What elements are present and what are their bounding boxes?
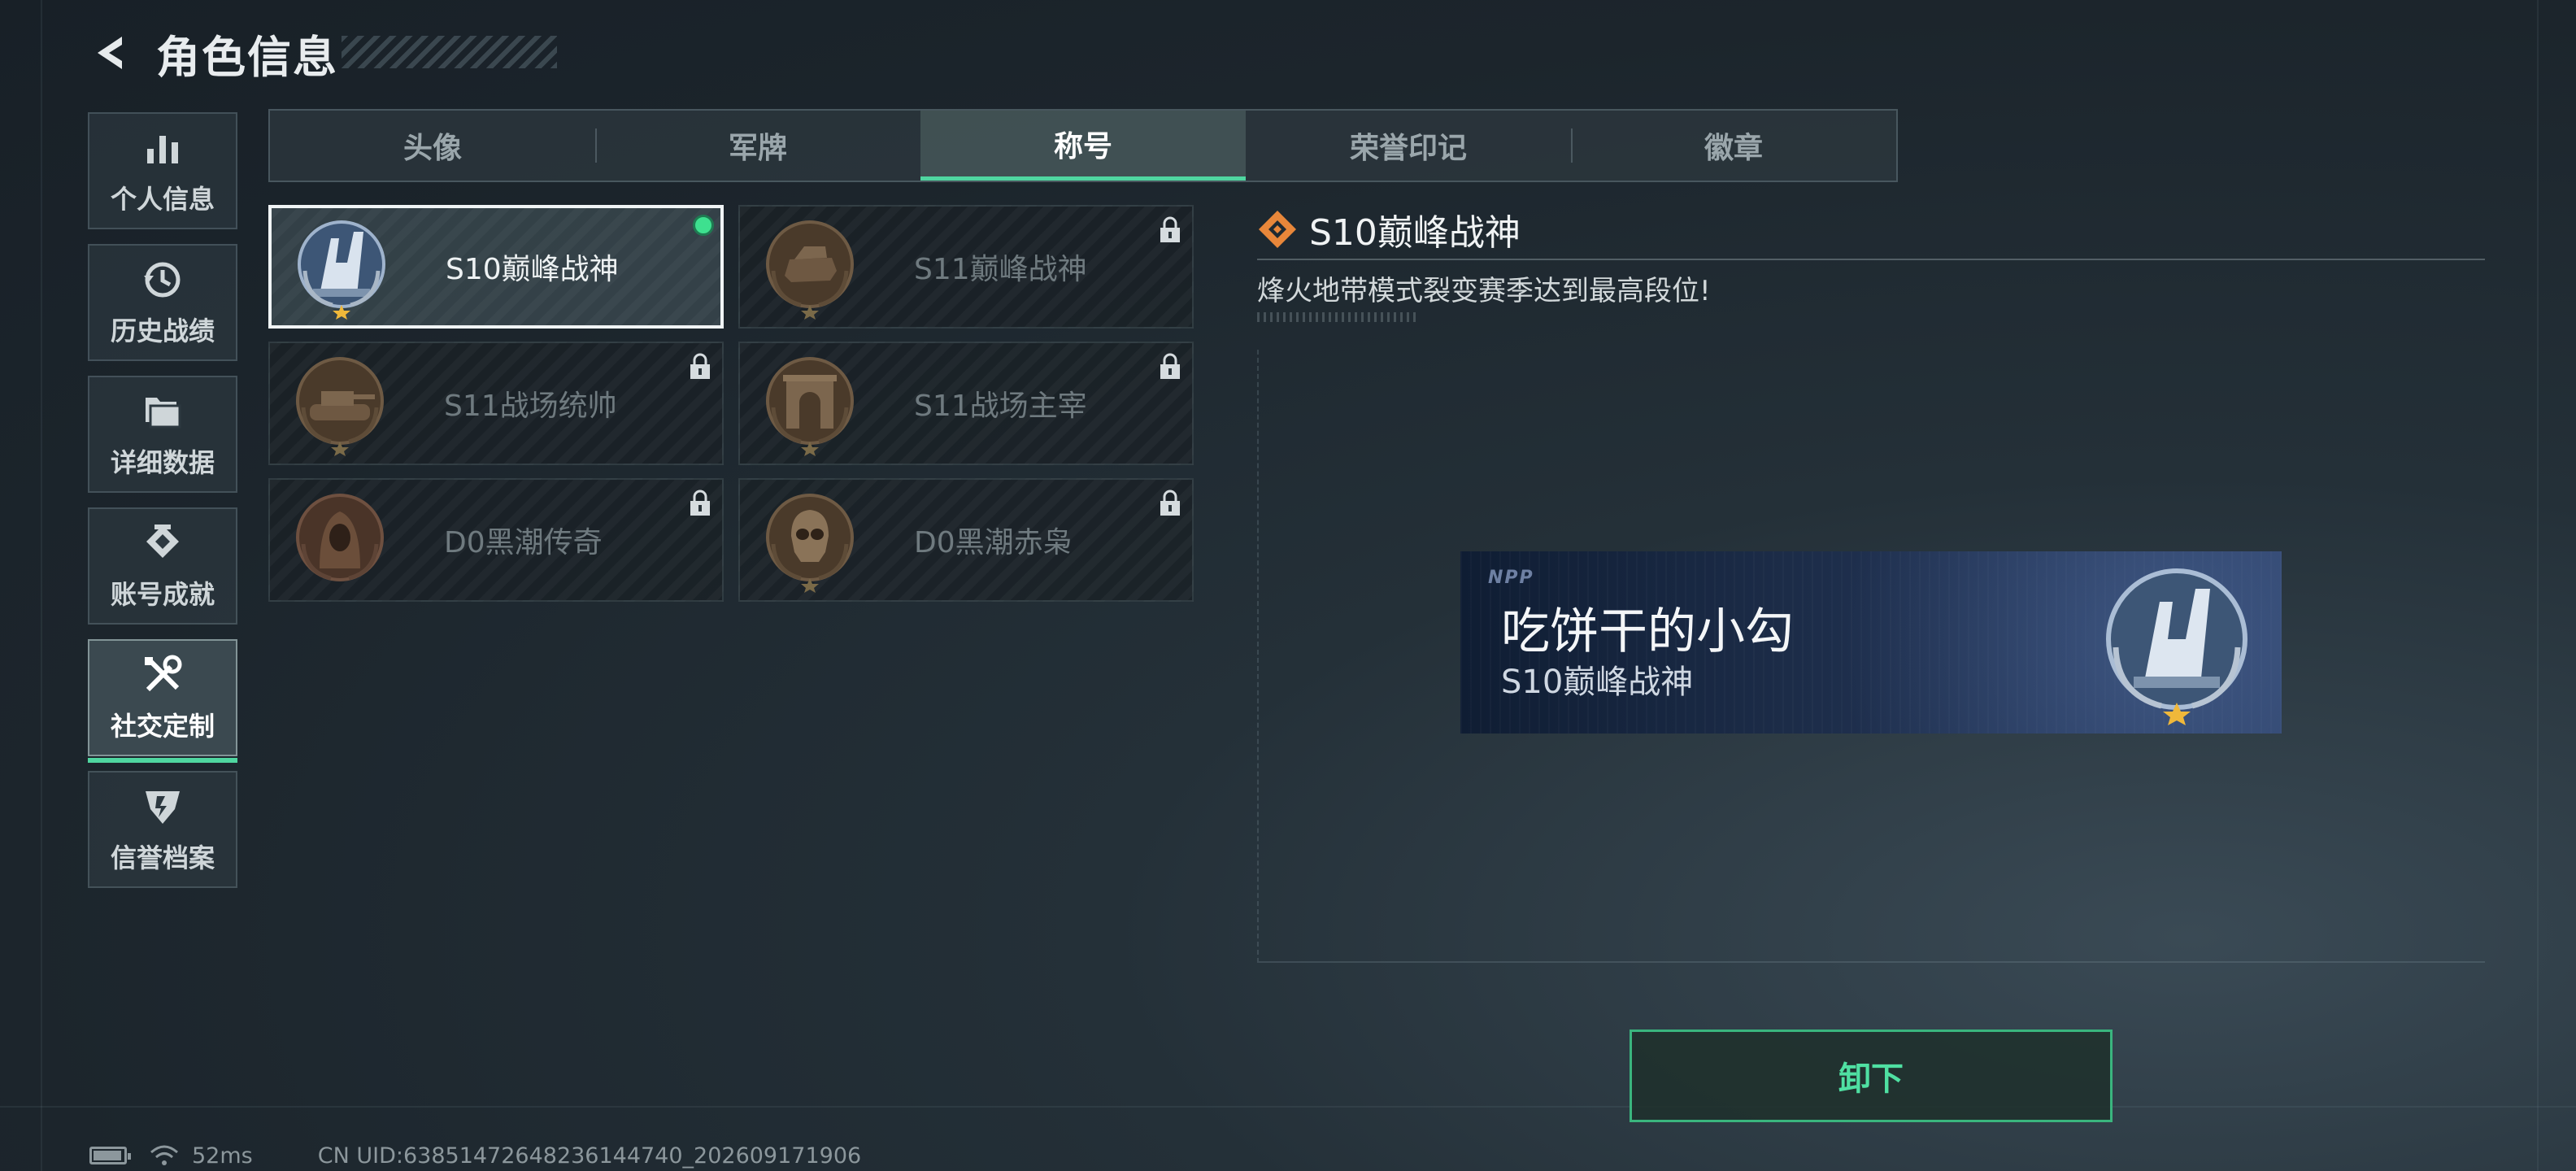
bg-grid-line — [0, 1106, 2576, 1108]
title-card-label: S11战场统帅 — [444, 390, 617, 423]
tab-avatar[interactable]: 头像 — [270, 111, 595, 181]
peak-war-god-emblem-icon — [2106, 568, 2247, 725]
ping-value: 52ms — [192, 1143, 253, 1169]
detail-title: S10巅峰战神 — [1309, 212, 1521, 254]
wifi-icon — [150, 1145, 178, 1165]
back-arrow-icon — [98, 37, 122, 69]
skull-emblem-icon — [755, 485, 865, 595]
lock-icon — [690, 353, 710, 379]
nameplate-preview: NPP 吃饼干的小勾 S10巅峰战神 — [1460, 551, 2282, 734]
tank-emblem-icon — [285, 348, 395, 459]
title-card-label: D0黑潮赤枭 — [914, 526, 1073, 559]
battery-icon — [89, 1147, 131, 1164]
status-bar: 52ms CN UID:638514726482361447​40_202609… — [89, 1142, 861, 1169]
peak-war-god-emblem-icon — [286, 211, 397, 322]
divider — [1257, 259, 2485, 260]
title-card-label: S10巅峰战神 — [446, 253, 619, 286]
arch-emblem-icon — [755, 348, 865, 459]
tab-dog-tag[interactable]: 军牌 — [595, 111, 920, 181]
sidebar-item-achievements[interactable]: 账号成就 — [88, 507, 237, 625]
player-name: 吃饼干的小勾 — [1501, 603, 1794, 660]
title-card[interactable]: D0黑潮赤枭 — [738, 478, 1194, 602]
sidebar-item-personal-info[interactable]: 个人信息 — [88, 112, 237, 229]
title-card[interactable]: S11战场主宰 — [738, 342, 1194, 465]
diamond-icon — [1259, 211, 1296, 248]
sidebar-item-history[interactable]: 历史战绩 — [88, 244, 237, 361]
sidebar-item-label: 个人信息 — [110, 184, 215, 215]
sidebar-item-label: 社交定制 — [110, 711, 215, 742]
tab-honor-mark[interactable]: 荣誉印记 — [1246, 111, 1571, 181]
nameplate-title: S10巅峰战神 — [1501, 664, 1694, 701]
title-decoration-stripes — [342, 36, 557, 68]
tab-badge[interactable]: 徽章 — [1571, 111, 1896, 181]
title-card[interactable]: S11战场统帅 — [268, 342, 724, 465]
equipped-indicator — [693, 215, 714, 236]
lock-icon — [1160, 216, 1180, 242]
tools-icon — [140, 652, 185, 698]
title-card[interactable]: S10巅峰战神 — [268, 205, 724, 329]
title-card[interactable]: S11巅峰战神 — [738, 205, 1194, 329]
back-button[interactable] — [88, 30, 133, 76]
folder-icon — [140, 389, 185, 434]
unequip-button[interactable]: 卸下 — [1630, 1030, 2113, 1122]
sidebar-item-credit-record[interactable]: 信誉档案 — [88, 771, 237, 888]
bg-grid-line — [2537, 0, 2539, 1171]
sidebar-item-label: 账号成就 — [110, 579, 215, 610]
peak-war-god-emblem-icon — [755, 211, 865, 322]
decorative-bar — [1257, 312, 1420, 322]
title-card-label: D0黑潮传奇 — [444, 526, 603, 559]
lock-icon — [1160, 353, 1180, 379]
bg-grid-line — [41, 0, 42, 1171]
category-tabs: 头像 军牌 称号 荣誉印记 徽章 — [268, 109, 1898, 182]
hooded-figure-emblem-icon — [285, 485, 395, 595]
lock-icon — [1160, 490, 1180, 516]
detail-header: S10巅峰战神 — [1257, 203, 1521, 255]
title-list: S10巅峰战神 S11巅峰战神 S11战场统帅 S11战场主宰 D0黑潮传奇 D… — [268, 205, 1195, 602]
bar-chart-icon — [140, 125, 185, 171]
achievement-icon — [140, 520, 185, 566]
lock-icon — [690, 490, 710, 516]
nameplate-logo: NPP — [1488, 568, 1534, 588]
title-card[interactable]: D0黑潮传奇 — [268, 478, 724, 602]
sidebar-item-label: 详细数据 — [110, 447, 215, 478]
title-card-label: S11巅峰战神 — [914, 253, 1087, 286]
page-title: 角色信息 — [156, 31, 338, 83]
history-icon — [140, 257, 185, 303]
sidebar-item-detailed-data[interactable]: 详细数据 — [88, 376, 237, 493]
page-header: 角色信息 — [88, 24, 338, 83]
sidebar: 个人信息 历史战绩 详细数据 账号成就 社交定制 信誉档案 — [88, 112, 237, 903]
detail-description: 烽火地带模式裂变赛季达到最高段位! — [1257, 275, 1711, 307]
sidebar-item-social-customization[interactable]: 社交定制 — [88, 639, 237, 763]
sidebar-item-label: 历史战绩 — [110, 316, 215, 346]
tab-title[interactable]: 称号 — [920, 111, 1246, 181]
sidebar-item-label: 信誉档案 — [110, 842, 215, 873]
uid-text: CN UID:638514726482361447​40_20260917190… — [317, 1143, 862, 1169]
credit-badge-icon — [140, 784, 185, 829]
title-card-label: S11战场主宰 — [914, 390, 1087, 423]
